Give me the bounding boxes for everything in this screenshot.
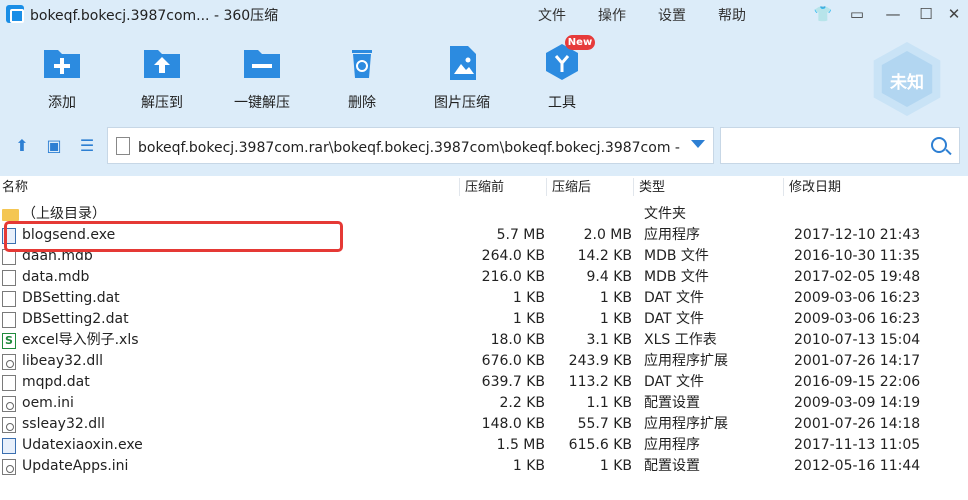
- column-divider[interactable]: [546, 178, 547, 196]
- add-folder-icon: [44, 50, 80, 78]
- extract-folder-icon: [144, 50, 180, 78]
- table-row[interactable]: DBSetting2.dat 1 KB 1 KB DAT 文件 2009-03-…: [0, 309, 968, 330]
- file-type: DAT 文件: [644, 290, 705, 306]
- image-compress-label: 图片压缩: [434, 95, 490, 111]
- file-packed-size: 615.6 KB: [568, 437, 632, 453]
- column-packed-before[interactable]: 压缩前: [465, 176, 504, 200]
- table-row[interactable]: mqpd.dat 639.7 KB 113.2 KB DAT 文件 2016-0…: [0, 372, 968, 393]
- file-packed-size: 55.7 KB: [577, 416, 632, 432]
- quick-extract-folder-icon: [244, 50, 280, 78]
- thumbnail-view-icon[interactable]: ▣: [44, 136, 64, 156]
- security-status-text: 未知: [890, 73, 924, 93]
- menu-operate[interactable]: 操作: [598, 5, 626, 25]
- app-logo-icon: [6, 5, 24, 23]
- file-type: 应用程序扩展: [644, 416, 728, 432]
- extract-to-button[interactable]: 解压到: [122, 42, 202, 112]
- file-type: MDB 文件: [644, 248, 709, 264]
- search-icon[interactable]: [931, 137, 947, 153]
- one-click-extract-label: 一键解压: [234, 95, 290, 111]
- security-status-badge[interactable]: 未知: [870, 42, 944, 116]
- file-packed-size: 1 KB: [599, 311, 632, 327]
- table-row[interactable]: UpdateApps.ini 1 KB 1 KB 配置设置 2012-05-16…: [0, 456, 968, 477]
- file-date: 2001-07-26 14:18: [794, 416, 921, 432]
- delete-label: 删除: [348, 95, 376, 111]
- file-date: 2012-05-16 11:44: [794, 458, 921, 474]
- search-box[interactable]: [720, 127, 960, 164]
- table-row[interactable]: ssleay32.dll 148.0 KB 55.7 KB 应用程序扩展 200…: [0, 414, 968, 435]
- column-type[interactable]: 类型: [639, 176, 665, 200]
- file-packed-size: 1 KB: [599, 290, 632, 306]
- file-packed-size: 1 KB: [599, 458, 632, 474]
- search-input[interactable]: [727, 134, 917, 158]
- file-packed-size: 113.2 KB: [568, 374, 632, 390]
- table-row[interactable]: DBSetting.dat 1 KB 1 KB DAT 文件 2009-03-0…: [0, 288, 968, 309]
- tools-button[interactable]: 工具: [522, 42, 602, 112]
- file-date: 2009-03-06 16:23: [794, 311, 921, 327]
- menu-help[interactable]: 帮助: [718, 5, 746, 25]
- window-title: bokeqf.bokecj.3987com... - 360压缩: [30, 8, 279, 24]
- address-path: bokeqf.bokecj.3987com.rar\bokeqf.bokecj.…: [138, 140, 683, 156]
- tools-label: 工具: [548, 95, 576, 111]
- maximize-button[interactable]: ☐: [916, 4, 936, 24]
- highlight-box: [4, 221, 343, 252]
- column-divider[interactable]: [459, 178, 460, 196]
- table-row[interactable]: S excel导入例子.xls 18.0 KB 3.1 KB XLS 工作表 2…: [0, 330, 968, 351]
- file-date: 2009-03-06 16:23: [794, 290, 921, 306]
- one-click-extract-button[interactable]: 一键解压: [222, 42, 302, 112]
- file-date: 2017-11-13 11:05: [794, 437, 921, 453]
- recycle-bin-icon: [352, 50, 372, 78]
- file-type: 应用程序扩展: [644, 353, 728, 369]
- file-date: 2017-12-10 21:43: [794, 227, 921, 243]
- minimize-button[interactable]: —: [883, 4, 903, 24]
- feedback-icon[interactable]: ▭: [847, 4, 867, 24]
- column-name[interactable]: 名称: [2, 176, 28, 200]
- up-level-icon[interactable]: ⬆: [12, 136, 32, 156]
- column-packed-after[interactable]: 压缩后: [552, 176, 591, 200]
- file-type: 配置设置: [644, 458, 700, 474]
- column-divider[interactable]: [633, 178, 634, 196]
- file-type: MDB 文件: [644, 269, 709, 285]
- add-label: 添加: [48, 95, 76, 111]
- title-bar: bokeqf.bokecj.3987com... - 360压缩 文件 操作 设…: [0, 0, 968, 28]
- menu-settings[interactable]: 设置: [658, 5, 686, 25]
- file-date: 2001-07-26 14:17: [794, 353, 921, 369]
- column-modified[interactable]: 修改日期: [789, 176, 841, 200]
- file-date: 2017-02-05 19:48: [794, 269, 921, 285]
- archive-file-icon: [116, 137, 130, 155]
- file-date: 2009-03-09 14:19: [794, 395, 921, 411]
- file-date: 2010-07-13 15:04: [794, 332, 921, 348]
- image-compress-button[interactable]: 图片压缩: [422, 42, 502, 112]
- file-date: 2016-09-15 22:06: [794, 374, 921, 390]
- list-view-icon[interactable]: ☰: [77, 136, 97, 156]
- skin-icon[interactable]: 👕: [813, 4, 833, 24]
- add-button[interactable]: 添加: [22, 42, 102, 112]
- file-packed-size: 9.4 KB: [586, 269, 633, 285]
- column-divider[interactable]: [783, 178, 784, 196]
- file-packed-size: 3.1 KB: [586, 332, 633, 348]
- table-row[interactable]: oem.ini 2.2 KB 1.1 KB 配置设置 2009-03-09 14…: [0, 393, 968, 414]
- table-row[interactable]: Udatexiaoxin.exe 1.5 MB 615.6 KB 应用程序 20…: [0, 435, 968, 456]
- file-type: DAT 文件: [644, 311, 705, 327]
- delete-button[interactable]: 删除: [322, 42, 402, 112]
- file-type: XLS 工作表: [644, 332, 717, 348]
- close-button[interactable]: ✕: [944, 4, 964, 24]
- address-bar[interactable]: bokeqf.bokecj.3987com.rar\bokeqf.bokecj.…: [107, 127, 714, 164]
- new-badge: New: [565, 35, 595, 50]
- file-type: 应用程序: [644, 227, 700, 243]
- file-type: DAT 文件: [644, 374, 705, 390]
- file-date: 2016-10-30 11:35: [794, 248, 921, 264]
- file-type: 应用程序: [644, 437, 700, 453]
- file-type: 文件夹: [644, 206, 686, 222]
- menu-file[interactable]: 文件: [538, 5, 566, 25]
- table-row[interactable]: data.mdb 216.0 KB 9.4 KB MDB 文件 2017-02-…: [0, 267, 968, 288]
- extract-to-label: 解压到: [141, 95, 183, 111]
- file-type: 配置设置: [644, 395, 700, 411]
- file-packed-size: 243.9 KB: [568, 353, 632, 369]
- image-zip-icon: [450, 46, 476, 80]
- file-packed-size: 1.1 KB: [586, 395, 633, 411]
- table-row[interactable]: libeay32.dll 676.0 KB 243.9 KB 应用程序扩展 20…: [0, 351, 968, 372]
- chevron-down-icon[interactable]: [691, 140, 705, 148]
- folder-icon: [2, 209, 19, 221]
